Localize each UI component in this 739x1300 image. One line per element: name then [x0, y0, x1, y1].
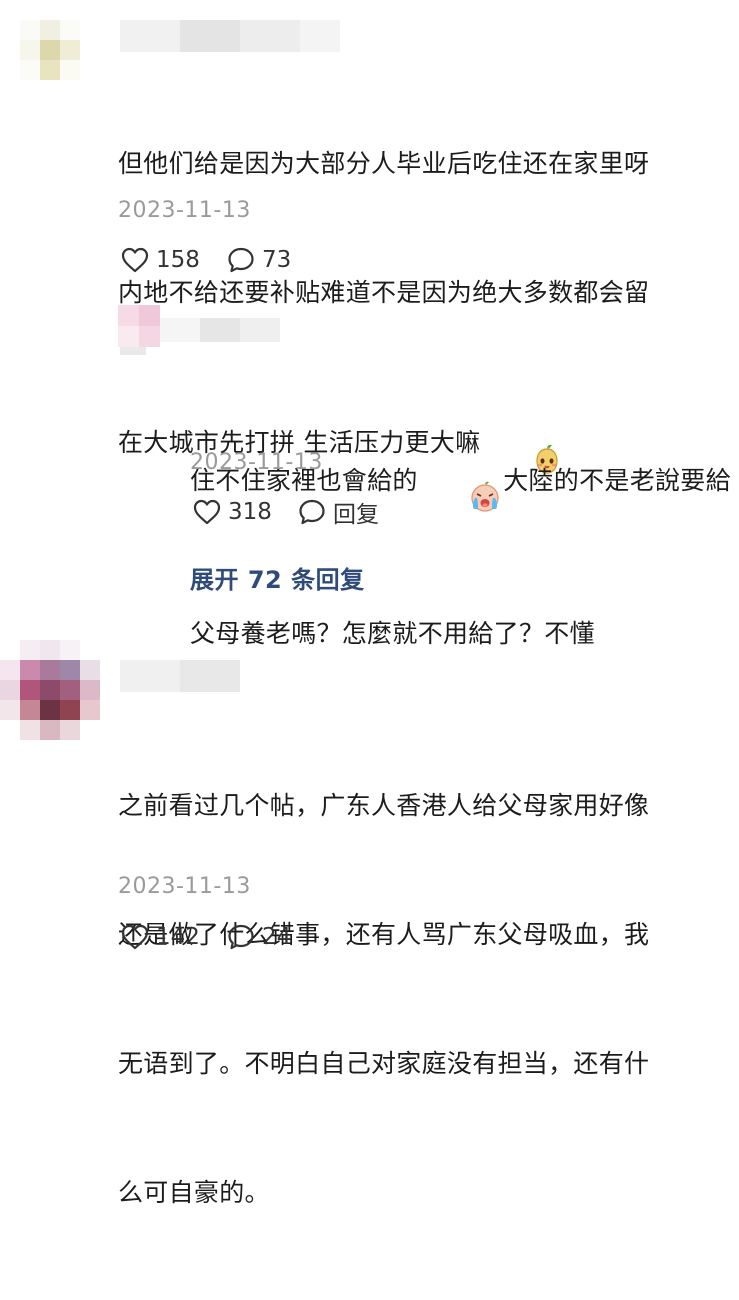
avatar[interactable]: [20, 20, 80, 80]
heart-icon: [193, 499, 221, 525]
comment-bubble-icon: [228, 247, 254, 273]
username-blurred[interactable]: [160, 318, 280, 342]
expand-replies-link[interactable]: 展开 72 条回复: [190, 560, 365, 595]
like-button[interactable]: 142: [120, 920, 200, 954]
comment-button[interactable]: 73: [226, 243, 291, 277]
like-count: 158: [156, 247, 200, 273]
comment-button[interactable]: 24: [226, 920, 291, 954]
heart-icon: [121, 924, 149, 950]
reply-line: 父母養老嗎？怎麼就不用給了？不懂: [190, 619, 595, 648]
heart-icon: [121, 247, 149, 273]
username-blurred[interactable]: [120, 660, 240, 692]
comment-text: 之前看过几个帖，广东人香港人给父母家用好像 还是做了什么错事，还有人骂广东父母吸…: [118, 698, 718, 1300]
like-count: 142: [156, 924, 200, 950]
reply-date: 2023-11-13: [190, 450, 323, 475]
username-blurred[interactable]: [120, 20, 340, 52]
comment-line: 么可自豪的。: [118, 1178, 270, 1207]
comment-line: 之前看过几个帖，广东人香港人给父母家用好像: [118, 791, 650, 820]
comment-date: 2023-11-13: [118, 198, 251, 223]
reply-text-part: 大陸的不是老說要給: [503, 466, 731, 495]
reply-label: 回复: [333, 502, 379, 528]
comment-date: 2023-11-13: [118, 874, 251, 899]
comment-line: 还是做了什么错事，还有人骂广东父母吸血，我: [118, 920, 650, 949]
reply-button[interactable]: 回复: [297, 495, 379, 529]
avatar[interactable]: [118, 305, 160, 347]
avatar-badge: [120, 347, 146, 355]
avatar[interactable]: [0, 640, 100, 740]
comment-line: 内地不给还要补贴难道不是因为绝大多数都会留: [118, 278, 650, 307]
like-button[interactable]: 318: [192, 495, 272, 529]
comment-bubble-icon: [228, 924, 254, 950]
reply-text: 住不住家裡也會給的 大陸的不是老說要給 父母養老嗎？怎麼就不用給了？不懂: [190, 352, 735, 741]
like-button[interactable]: 158: [120, 243, 200, 277]
reply-count: 24: [262, 924, 292, 950]
reply-count: 73: [262, 247, 292, 273]
comment-line: 无语到了。不明白自己对家庭没有担当，还有什: [118, 1049, 650, 1078]
comment-bubble-icon: [299, 499, 325, 525]
crying-face-emoji: [419, 438, 502, 526]
comment-line: 但他们给是因为大部分人毕业后吃住还在家里呀: [118, 149, 650, 178]
like-count: 318: [228, 499, 272, 525]
